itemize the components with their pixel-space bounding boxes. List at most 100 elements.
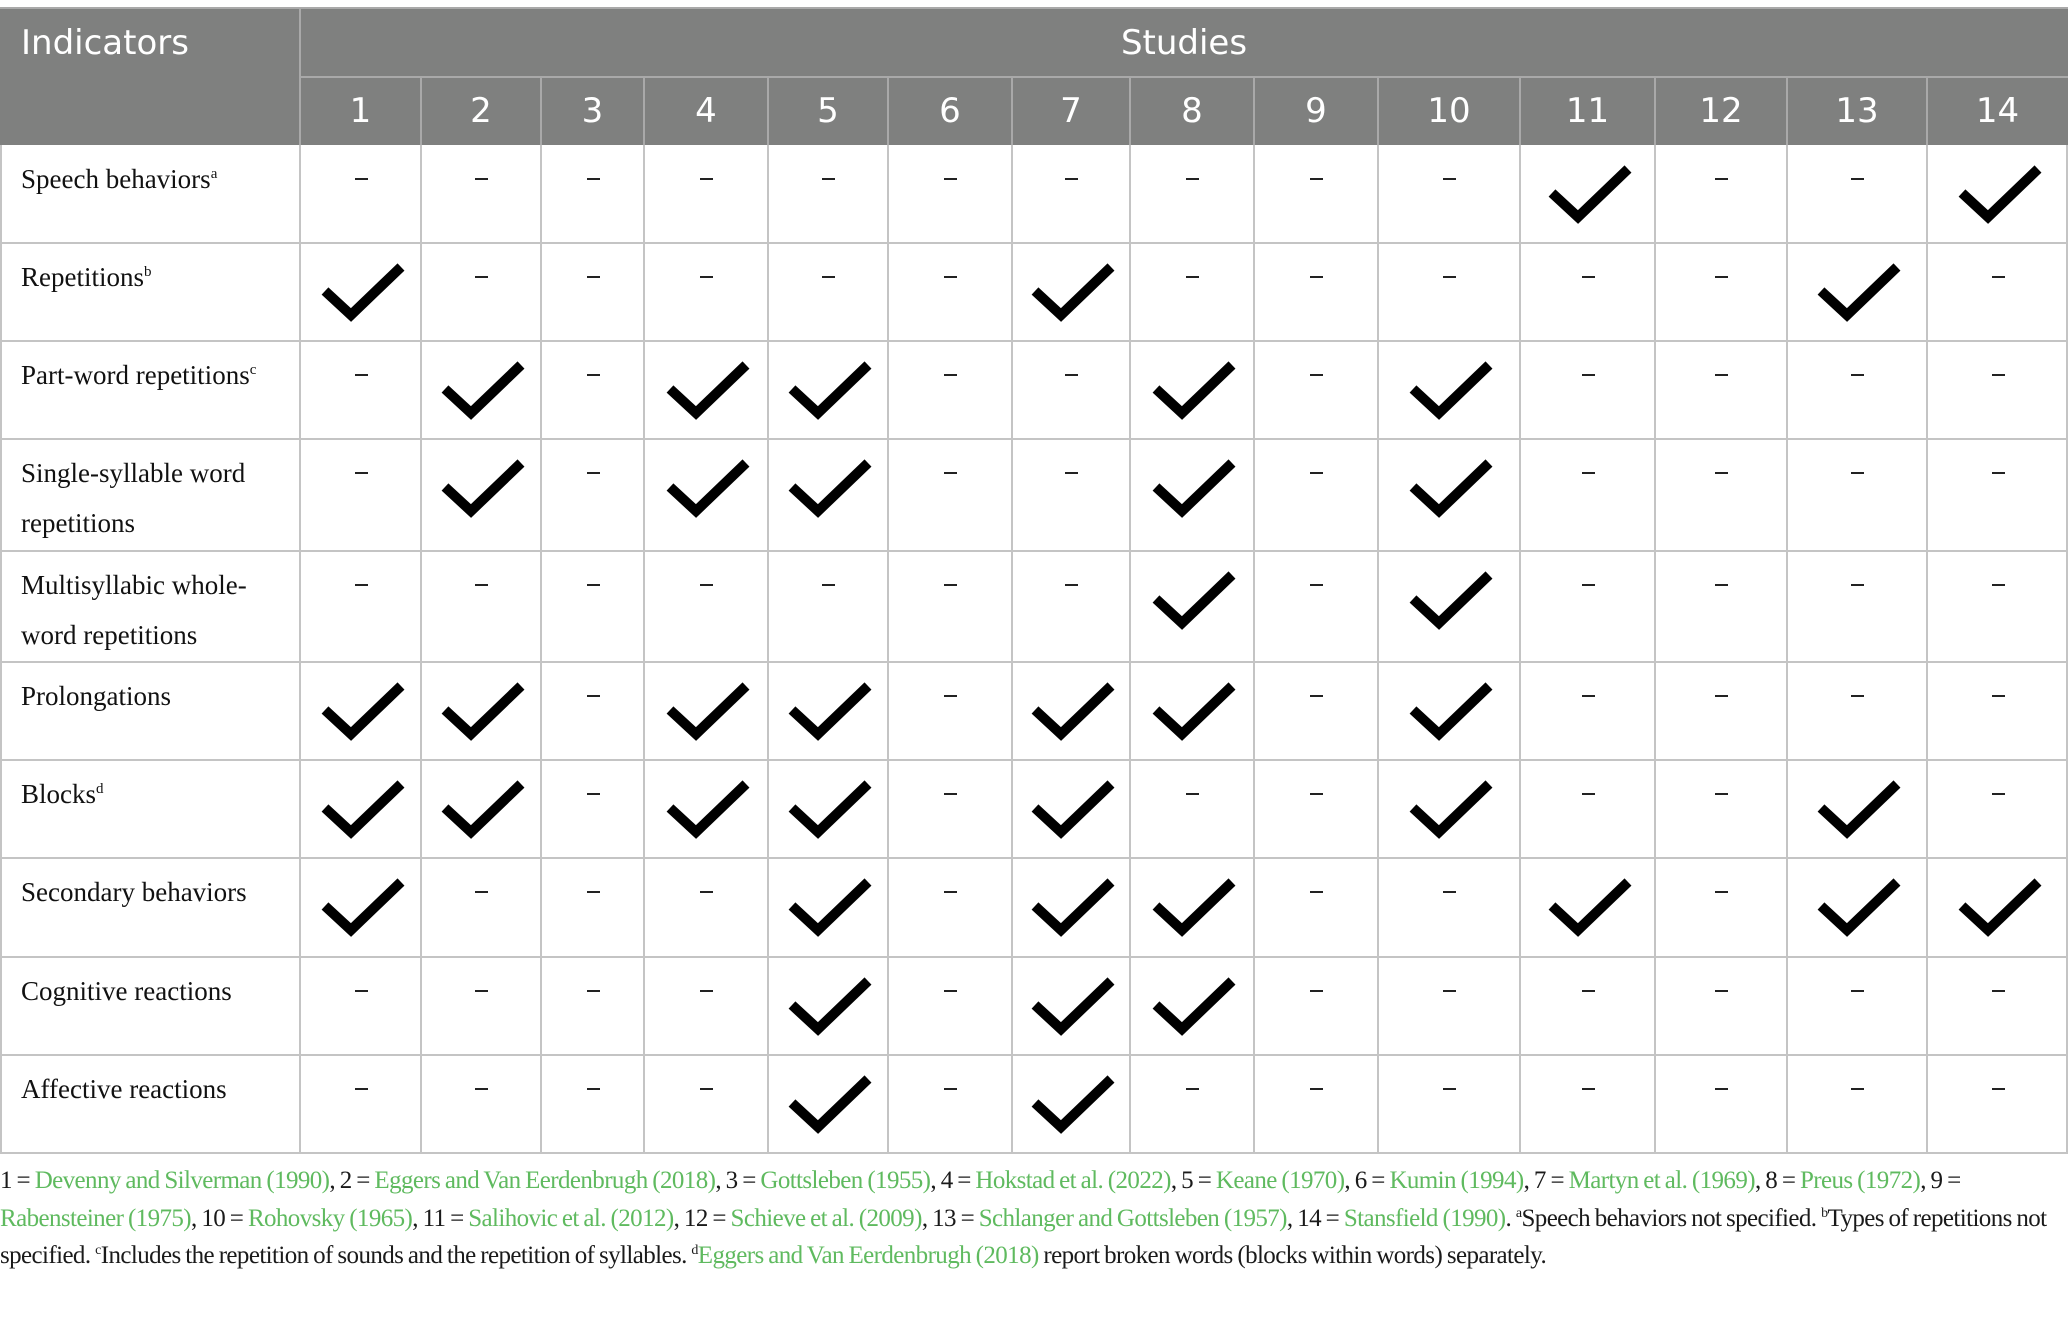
footnote-text: , <box>1920 1167 1931 1194</box>
absent-dash <box>586 178 600 180</box>
study-number: 4 = <box>940 1167 976 1194</box>
reference-link[interactable]: Schieve et al. (2009) <box>731 1205 923 1232</box>
footnote-note: Speech behaviors not specified. <box>1521 1204 1822 1232</box>
footnote-text: , <box>1344 1167 1355 1194</box>
absent-dash <box>1991 990 2005 992</box>
check-icon <box>1031 878 1115 937</box>
check-icon <box>788 977 872 1036</box>
reference-link[interactable]: Preus (1972) <box>1800 1167 1921 1194</box>
absent-dash <box>1581 472 1595 474</box>
check-icon <box>1409 459 1493 518</box>
column-divider <box>887 145 889 1153</box>
study-number-header: 1 <box>349 91 372 131</box>
column-divider <box>1253 145 1255 1153</box>
studies-header: Studies <box>1120 23 1248 63</box>
check-icon <box>1409 571 1493 630</box>
absent-dash <box>586 990 600 992</box>
absent-dash <box>586 276 600 278</box>
study-number-header: 10 <box>1427 91 1471 131</box>
absent-dash <box>944 1088 957 1090</box>
row-divider <box>0 340 2068 342</box>
studies-header-group: Studies <box>300 8 2068 77</box>
absent-dash <box>1581 276 1595 278</box>
check-icon <box>321 263 404 322</box>
absent-dash <box>1991 584 2005 586</box>
absent-dash <box>475 891 488 893</box>
row-divider <box>0 1152 2068 1154</box>
absent-dash <box>1715 990 1728 992</box>
check-icon <box>1817 780 1901 839</box>
reference-link[interactable]: Hokstad et al. (2022) <box>975 1167 1171 1194</box>
check-icon <box>1152 459 1236 518</box>
reference-link[interactable]: Martyn et al. (1969) <box>1569 1167 1756 1194</box>
indicator-label: Affective reactions <box>21 1064 291 1114</box>
absent-dash <box>1581 584 1595 586</box>
check-icon <box>666 780 750 839</box>
absent-dash <box>700 276 713 278</box>
indicator-label: Blocksd <box>21 769 291 819</box>
footnote-text: , <box>715 1167 726 1194</box>
column-divider <box>1926 145 1928 1153</box>
reference-link[interactable]: Rohovsky (1965) <box>248 1205 413 1232</box>
reference-link[interactable]: Kumin (1994) <box>1389 1167 1524 1194</box>
check-icon <box>666 682 750 741</box>
check-icon <box>1031 1075 1115 1134</box>
indicator-label: Part-word repetitionsc <box>21 350 291 400</box>
absent-dash <box>1310 276 1323 278</box>
footnote-text: , <box>1286 1204 1298 1232</box>
check-icon <box>1031 682 1115 741</box>
indicator-label: Prolongations <box>21 671 291 721</box>
reference-link[interactable]: Salihovic et al. (2012) <box>468 1205 674 1232</box>
absent-dash <box>586 1088 600 1090</box>
study-number-header: 11 <box>1565 91 1610 131</box>
reference-link[interactable]: Stansfield (1990) <box>1344 1205 1506 1232</box>
absent-dash <box>586 793 600 795</box>
absent-dash <box>1310 891 1323 893</box>
row-divider <box>0 956 2068 958</box>
footnote-text: , <box>191 1204 202 1232</box>
indicator-label: Multisyllabic whole-word repetitions <box>21 560 291 660</box>
reference-link[interactable]: Schlanger and Gottsleben (1957) <box>979 1205 1288 1232</box>
absent-dash <box>700 891 713 893</box>
check-icon <box>1958 878 2041 937</box>
absent-dash <box>944 793 957 795</box>
reference-link[interactable]: Eggers and Van Eerdenbrugh (2018) <box>374 1167 716 1194</box>
check-icon <box>1409 682 1493 741</box>
absent-dash <box>1851 472 1864 474</box>
absent-dash <box>1715 374 1728 376</box>
reference-link[interactable]: Rabensteiner (1975) <box>0 1205 192 1232</box>
check-icon <box>1152 571 1236 630</box>
reference-link[interactable]: Eggers and Van Eerdenbrugh (2018) <box>698 1242 1040 1269</box>
absent-dash <box>1991 793 2005 795</box>
absent-dash <box>1443 178 1456 180</box>
reference-link[interactable]: Keane (1970) <box>1216 1167 1345 1194</box>
study-number: 13 = <box>932 1204 979 1232</box>
absent-dash <box>354 990 368 992</box>
footnote-marker: b <box>144 264 152 280</box>
row-divider <box>0 857 2068 859</box>
check-icon <box>1548 878 1631 937</box>
indicator-label-line: repetitions <box>21 508 135 538</box>
absent-dash <box>1310 990 1323 992</box>
absent-dash <box>1715 891 1728 893</box>
absent-dash <box>700 1088 713 1090</box>
reference-link[interactable]: Gottsleben (1955) <box>760 1167 931 1194</box>
absent-dash <box>1851 374 1864 376</box>
absent-dash <box>586 584 600 586</box>
absent-dash <box>1715 695 1728 697</box>
study-number-header: 3 <box>581 91 604 131</box>
row-divider <box>0 242 2068 244</box>
absent-dash <box>475 1088 488 1090</box>
absent-dash <box>1851 695 1864 697</box>
reference-link[interactable]: Devenny and Silverman (1990) <box>35 1167 330 1194</box>
check-icon <box>788 361 872 420</box>
absent-dash <box>944 584 957 586</box>
indicator-label-text: Blocks <box>21 779 97 809</box>
footnote-text: , <box>1170 1167 1182 1194</box>
absent-dash <box>1581 990 1595 992</box>
indicator-label: Repetitionsb <box>21 252 291 302</box>
absent-dash <box>1310 472 1323 474</box>
check-icon <box>1409 780 1493 839</box>
absent-dash <box>475 990 488 992</box>
check-icon <box>666 459 750 518</box>
